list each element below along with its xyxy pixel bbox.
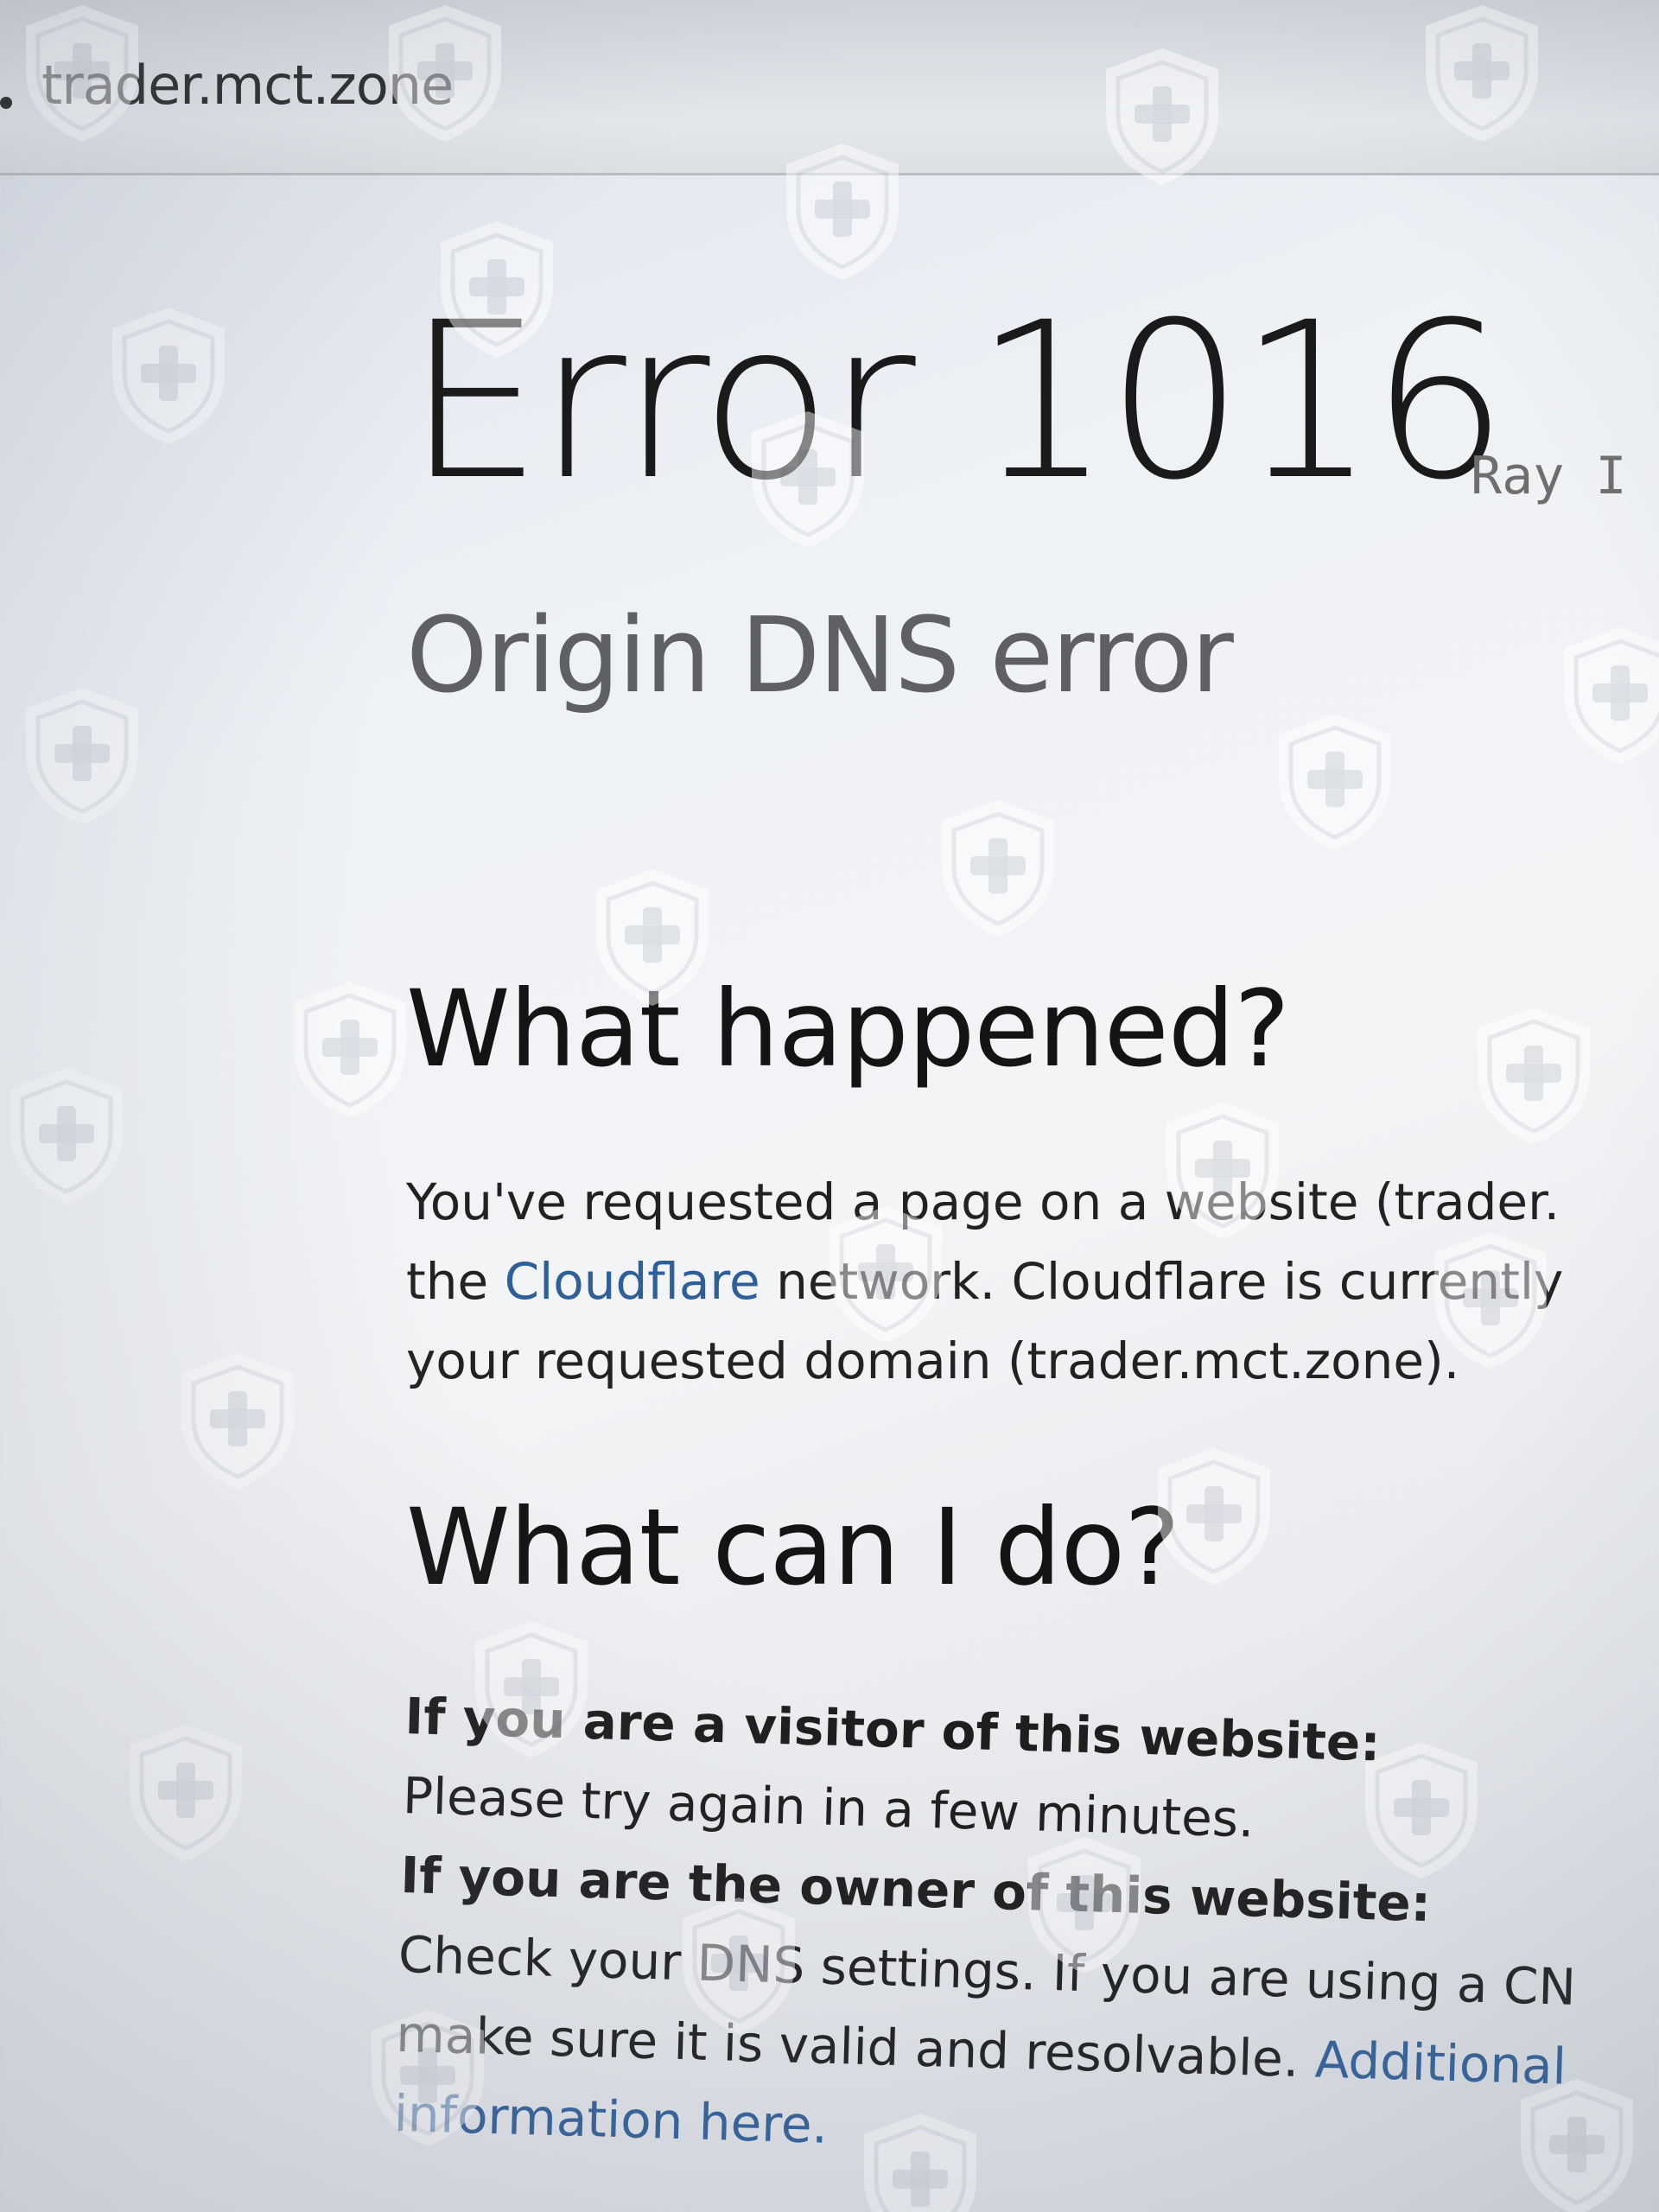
what-happened-paragraph: You've requested a page on a website (tr… [406,1162,1563,1401]
shield-plus-icon [778,138,907,285]
shield-plus-icon [285,976,415,1123]
shield-plus-icon [104,302,233,449]
shield-plus-icon [674,1892,804,2039]
shield-plus-icon [1149,1443,1279,1590]
shield-plus-icon [432,216,562,363]
shield-plus-icon [1417,0,1547,147]
what-happened-line-2: the Cloudflare network. Cloudflare is cu… [406,1242,1563,1321]
shield-plus-icon [1426,1227,1555,1374]
what-happened-line-3: your requested domain (trader.mct.zone). [406,1332,1460,1390]
shield-plus-icon [855,2108,985,2212]
shield-plus-icon [2,1063,131,1210]
shield-plus-icon [1270,709,1400,855]
shield-plus-icon [17,683,147,830]
shield-plus-icon [121,1719,251,1866]
shield-plus-icon [1158,1097,1287,1244]
shield-plus-icon [380,0,510,147]
shield-plus-icon [743,406,873,553]
shield-plus-icon [1512,2074,1642,2212]
what-happened-line-1: You've requested a page on a website (tr… [406,1173,1560,1231]
cloudflare-link[interactable]: Cloudflare [505,1252,760,1311]
shield-plus-icon [1020,1832,1149,1979]
owner-line-2-pre: make sure it is valid and resolvable. [395,2004,1316,2089]
shield-plus-icon [1357,1737,1486,1884]
shield-plus-icon [821,1201,950,1348]
shield-plus-icon [588,864,717,1011]
error-subtitle: Origin DNS error [406,596,1234,716]
shield-plus-icon [1469,1002,1599,1149]
shield-plus-icon [1555,622,1659,769]
shield-plus-icon [173,1348,302,1495]
what-happened-heading: What happened? [406,968,1290,1090]
shield-plus-icon [17,0,147,147]
what-happened-line-2-pre: the [406,1252,505,1311]
ray-id-label: Ray I [1471,446,1627,506]
security-indicator-icon[interactable] [0,97,12,109]
shield-plus-icon [933,795,1063,942]
shield-plus-icon [1097,43,1227,190]
what-can-i-do-heading: What can I do? [406,1486,1180,1609]
shield-plus-icon [363,2005,493,2152]
shield-plus-icon [467,1616,596,1763]
error-title: Error 1016 [406,276,1508,527]
